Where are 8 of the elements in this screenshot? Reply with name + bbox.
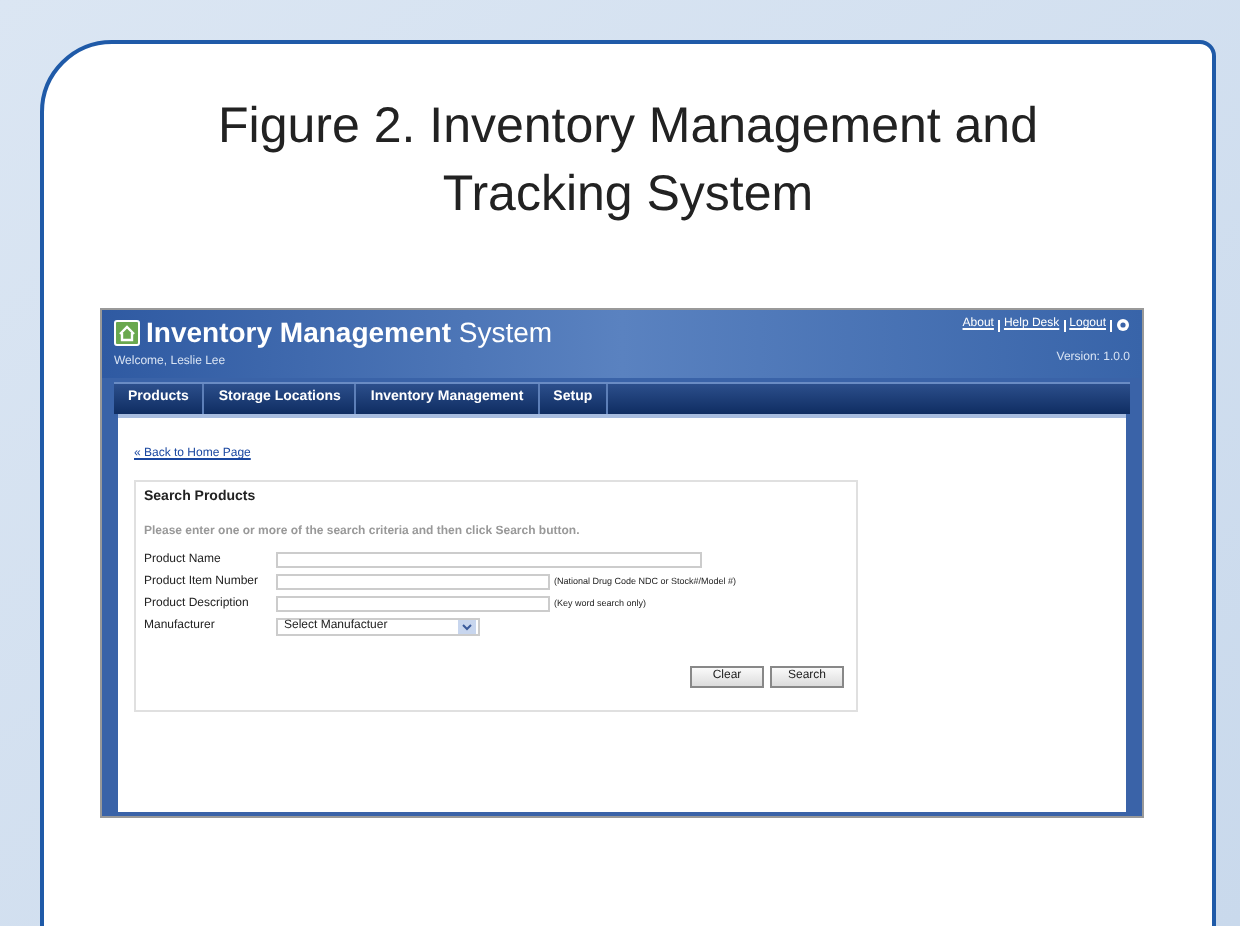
text-input-field[interactable] — [276, 552, 702, 568]
help-icon[interactable] — [1116, 318, 1130, 332]
text-input-field[interactable] — [276, 596, 550, 612]
text-input-field[interactable] — [276, 574, 550, 590]
dropdown-caret-icon — [458, 619, 476, 633]
home-icon — [114, 319, 140, 345]
app-title: Inventory Management System — [146, 316, 553, 348]
figure-title: Figure 2. Inventory Management and Tracking System — [216, 96, 1040, 226]
